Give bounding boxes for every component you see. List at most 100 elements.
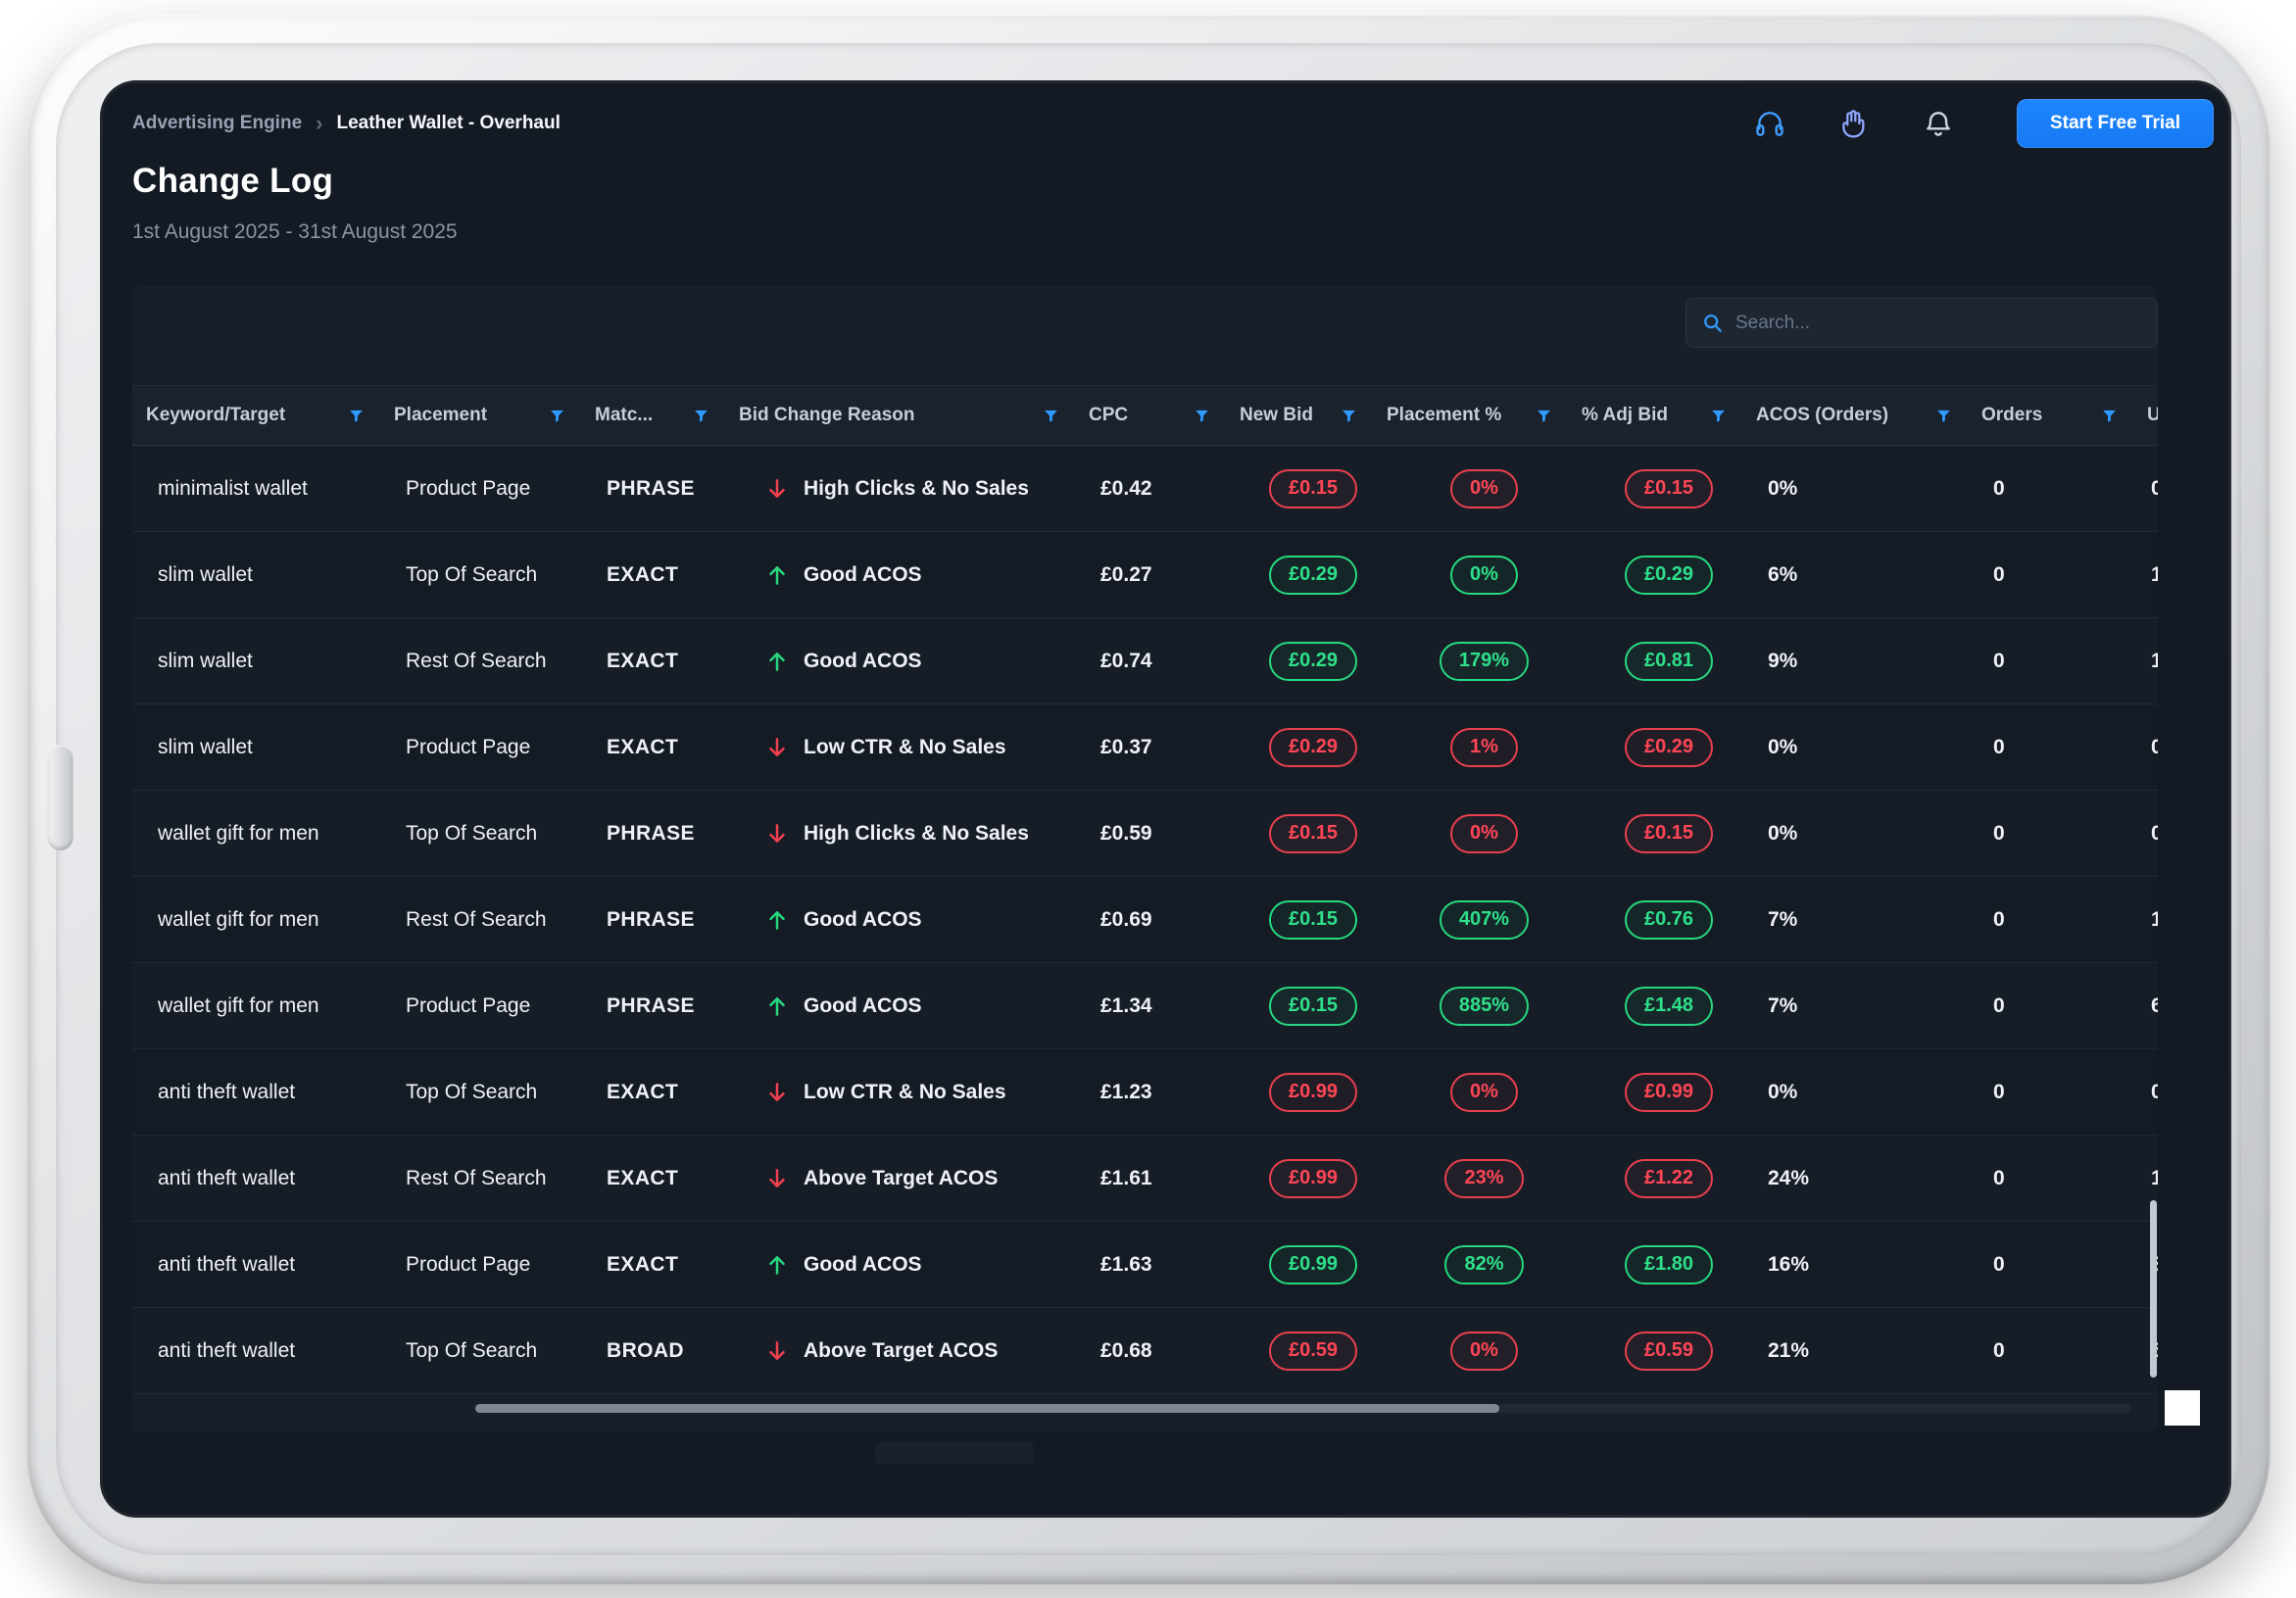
new-bid-cell: £0.29 [1240, 728, 1387, 767]
hand-icon[interactable] [1838, 108, 1870, 139]
headphones-icon[interactable] [1754, 108, 1785, 139]
placement-pct-pill: 1% [1450, 728, 1518, 767]
table-row[interactable]: slim walletTop Of SearchEXACTGood ACOS£0… [132, 532, 2158, 618]
keyword-cell: wallet gift for men [146, 994, 394, 1018]
placement-pct-pill: 0% [1450, 1073, 1518, 1112]
orders-cell: 0 [1981, 822, 2147, 846]
column-label: ACOS (Orders) [1756, 405, 1888, 426]
placement-pct-cell: 179% [1387, 642, 1582, 681]
adj-bid-cell: £0.99 [1582, 1073, 1756, 1112]
start-free-trial-button[interactable]: Start Free Trial [2017, 99, 2214, 148]
table-row[interactable]: slim walletProduct PageEXACTLow CTR & No… [132, 704, 2158, 791]
filter-icon[interactable] [1194, 408, 1210, 424]
new-bid-pill: £0.59 [1269, 1332, 1357, 1371]
reason-text: Good ACOS [804, 908, 922, 932]
table-row[interactable]: wallet gift for menProduct PagePHRASEGoo… [132, 963, 2158, 1049]
adj-bid-pill: £0.81 [1625, 642, 1713, 681]
filter-icon[interactable] [693, 408, 709, 424]
breadcrumb-chevron-icon: › [316, 111, 322, 136]
new-bid-cell: £0.99 [1240, 1245, 1387, 1284]
arrow-up-icon [764, 1252, 790, 1278]
placement-pct-pill: 0% [1450, 556, 1518, 595]
cpc-cell: £0.74 [1089, 650, 1240, 673]
placement-pct-pill: 23% [1444, 1159, 1523, 1198]
date-range: 1st August 2025 - 31st August 2025 [132, 220, 458, 244]
units-cell: 0 [2147, 736, 2158, 759]
placement-pct-cell: 82% [1387, 1245, 1582, 1284]
keyword-cell: anti theft wallet [146, 1339, 394, 1363]
horizontal-scrollbar-thumb[interactable] [475, 1404, 1499, 1413]
bid-change-reason-cell: Above Target ACOS [739, 1166, 1089, 1191]
table-row[interactable]: anti theft walletTop Of SearchEXACTLow C… [132, 1049, 2158, 1136]
adj-bid-pill: £1.80 [1625, 1245, 1713, 1284]
filter-icon[interactable] [1341, 408, 1357, 424]
filter-icon[interactable] [1935, 408, 1952, 424]
reason-text: High Clicks & No Sales [804, 822, 1029, 846]
adj-bid-cell: £0.29 [1582, 728, 1756, 767]
new-bid-cell: £0.29 [1240, 642, 1387, 681]
placement-pct-cell: 0% [1387, 469, 1582, 508]
vertical-scrollbar-thumb[interactable] [2150, 1200, 2157, 1378]
acos-cell: 0% [1756, 822, 1981, 846]
adj-bid-cell: £0.15 [1582, 469, 1756, 508]
placement-cell: Product Page [394, 994, 595, 1018]
placement-pct-cell: 1% [1387, 728, 1582, 767]
search-input[interactable] [1735, 313, 2141, 334]
change-log-panel: Keyword/TargetPlacementMatc...Bid Change… [132, 286, 2158, 1432]
filter-icon[interactable] [549, 408, 565, 424]
match-type-cell: EXACT [595, 1081, 739, 1104]
table-row[interactable]: minimalist walletProduct PagePHRASEHigh … [132, 446, 2158, 532]
arrow-down-icon [764, 735, 790, 760]
horizontal-scrollbar-track[interactable] [475, 1404, 2131, 1413]
column-label: Matc... [595, 405, 653, 426]
units-cell: 1 [2147, 1167, 2158, 1190]
cpc-cell: £1.63 [1089, 1253, 1240, 1277]
placement-cell: Top Of Search [394, 1081, 595, 1104]
arrow-down-icon [764, 1166, 790, 1191]
acos-cell: 21% [1756, 1339, 1981, 1363]
table-row[interactable]: slim walletRest Of SearchEXACTGood ACOS£… [132, 618, 2158, 704]
orders-cell: 0 [1981, 1339, 2147, 1363]
new-bid-cell: £0.15 [1240, 987, 1387, 1026]
search-box[interactable] [1685, 298, 2158, 348]
table-row[interactable]: anti theft walletTop Of SearchBROADAbove… [132, 1308, 2158, 1394]
table-row[interactable]: wallet gift for menRest Of SearchPHRASEG… [132, 877, 2158, 963]
adj-bid-pill: £0.29 [1625, 556, 1713, 595]
adj-bid-pill: £0.15 [1625, 814, 1713, 853]
placement-pct-cell: 0% [1387, 1332, 1582, 1371]
acos-cell: 6% [1756, 563, 1981, 587]
orders-cell: 0 [1981, 994, 2147, 1018]
keyword-cell: wallet gift for men [146, 908, 394, 932]
column-header-orders: Orders [1981, 405, 2147, 426]
acos-cell: 9% [1756, 650, 1981, 673]
cpc-cell: £0.68 [1089, 1339, 1240, 1363]
cpc-cell: £0.59 [1089, 822, 1240, 846]
match-type-cell: EXACT [595, 650, 739, 673]
filter-icon[interactable] [348, 408, 365, 424]
filter-icon[interactable] [1536, 408, 1552, 424]
table-row[interactable]: anti theft walletProduct PageEXACTGood A… [132, 1222, 2158, 1308]
match-type-cell: BROAD [595, 1339, 739, 1363]
table-row[interactable]: anti theft walletRest Of SearchEXACTAbov… [132, 1136, 2158, 1222]
placement-pct-cell: 0% [1387, 1073, 1582, 1112]
bid-change-reason-cell: Good ACOS [739, 993, 1089, 1019]
placement-cell: Rest Of Search [394, 650, 595, 673]
breadcrumb-app[interactable]: Advertising Engine [132, 113, 302, 134]
arrow-down-icon [764, 1338, 790, 1364]
column-header-reason: Bid Change Reason [739, 405, 1089, 426]
bell-icon[interactable] [1923, 108, 1954, 139]
keyword-cell: anti theft wallet [146, 1167, 394, 1190]
placement-pct-pill: 0% [1450, 469, 1518, 508]
column-header-placement: Placement [394, 405, 595, 426]
filter-icon[interactable] [2101, 408, 2118, 424]
filter-icon[interactable] [1043, 408, 1059, 424]
column-header-match: Matc... [595, 405, 739, 426]
new-bid-pill: £0.15 [1269, 900, 1357, 940]
arrow-up-icon [764, 649, 790, 674]
reason-text: Good ACOS [804, 650, 922, 673]
filter-icon[interactable] [1710, 408, 1727, 424]
tablet-frame: Advertising Engine › Leather Wallet - Ov… [26, 14, 2271, 1584]
table-row[interactable]: wallet gift for menTop Of SearchPHRASEHi… [132, 791, 2158, 877]
adj-bid-pill: £0.29 [1625, 728, 1713, 767]
arrow-down-icon [764, 1080, 790, 1105]
